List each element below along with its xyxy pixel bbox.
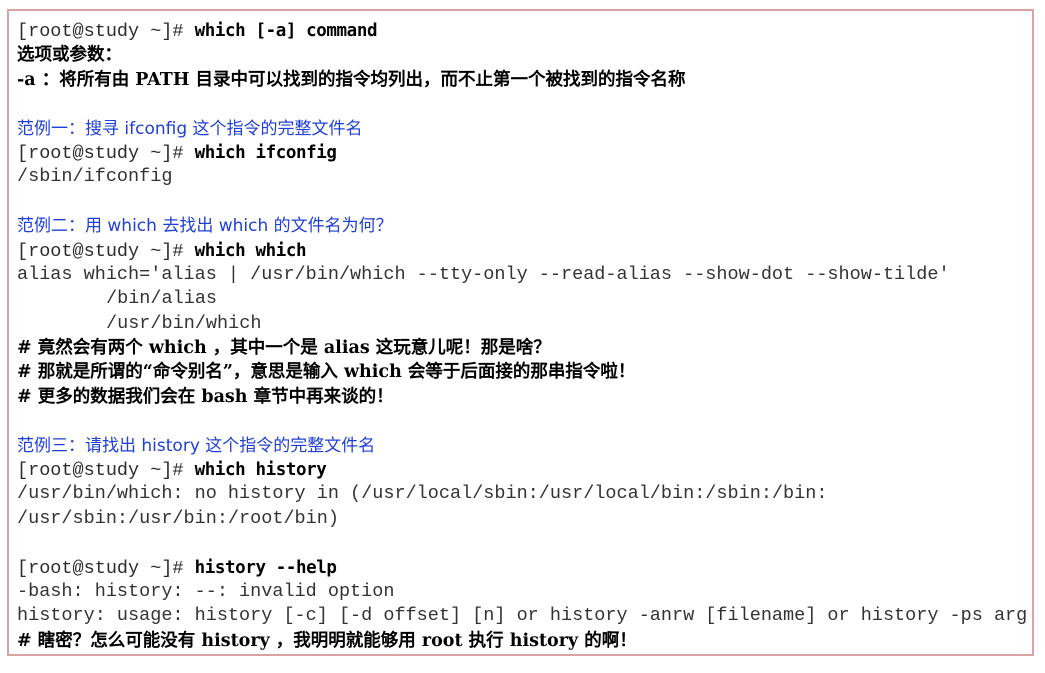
command-text: which [-a] command — [194, 21, 378, 41]
shell-prompt: [root@study ~]# — [17, 460, 184, 482]
output-line: /usr/bin/which — [106, 312, 262, 334]
output-line: /bin/alias — [106, 288, 218, 310]
comment-line: # 竟然会有两个 which ，其中一个是 alias 这玩意儿呢！那是啥？ — [17, 338, 551, 359]
output-line: /usr/sbin:/usr/bin:/root/bin) — [17, 507, 339, 529]
comment-line: # 瞎密？怎么可能没有 history ，我明明就能够用 root 执行 his… — [17, 630, 637, 651]
command-line: [root@study ~]# history --help — [17, 556, 1032, 580]
example-3-title: 范例三：请找出 history 这个指令的完整文件名 — [17, 435, 376, 456]
output-line: alias which='alias | /usr/bin/which --tt… — [17, 263, 950, 285]
code-block: [root@study ~]# which [-a] command 选项或参数… — [7, 9, 1034, 656]
options-header: 选项或参数： — [17, 45, 122, 66]
command-line: [root@study ~]# which history — [17, 458, 1032, 482]
output-line: history: usage: history [-c] [-d offset]… — [17, 605, 1028, 627]
shell-prompt: [root@study ~]# — [17, 557, 184, 579]
command-text: which ifconfig — [194, 142, 337, 163]
shell-prompt: [root@study ~]# — [17, 240, 184, 262]
command-text: history --help — [194, 557, 337, 578]
output-line: /usr/bin/which: no history in (/usr/loca… — [17, 483, 828, 505]
command-line: [root@study ~]# which which — [17, 239, 1032, 263]
command-line: [root@study ~]# which ifconfig — [17, 141, 1032, 165]
command-text: which which — [194, 240, 307, 261]
output-line: -bash: history: --: invalid option — [17, 580, 395, 602]
shell-prompt: [root@study ~]# — [17, 21, 184, 42]
option-a-description: -a ：将所有由 PATH 目录中可以找到的指令均列出，而不止第一个被找到的指令… — [17, 69, 686, 90]
command-line: [root@study ~]# which [-a] command — [17, 19, 1032, 43]
shell-prompt: [root@study ~]# — [17, 142, 184, 164]
comment-line: # 那就是所谓的“命令别名”，意思是输入 which 会等于后面接的那串指令啦！ — [17, 362, 636, 383]
example-1-title: 范例一：搜寻 ifconfig 这个指令的完整文件名 — [17, 118, 363, 139]
output-line: /sbin/ifconfig — [17, 166, 173, 188]
example-2-title: 范例二：用 which 去找出 which 的文件名为何？ — [17, 216, 393, 237]
command-text: which history — [194, 460, 327, 481]
comment-line: # 更多的数据我们会在 bash 章节中再来谈的！ — [17, 386, 394, 407]
